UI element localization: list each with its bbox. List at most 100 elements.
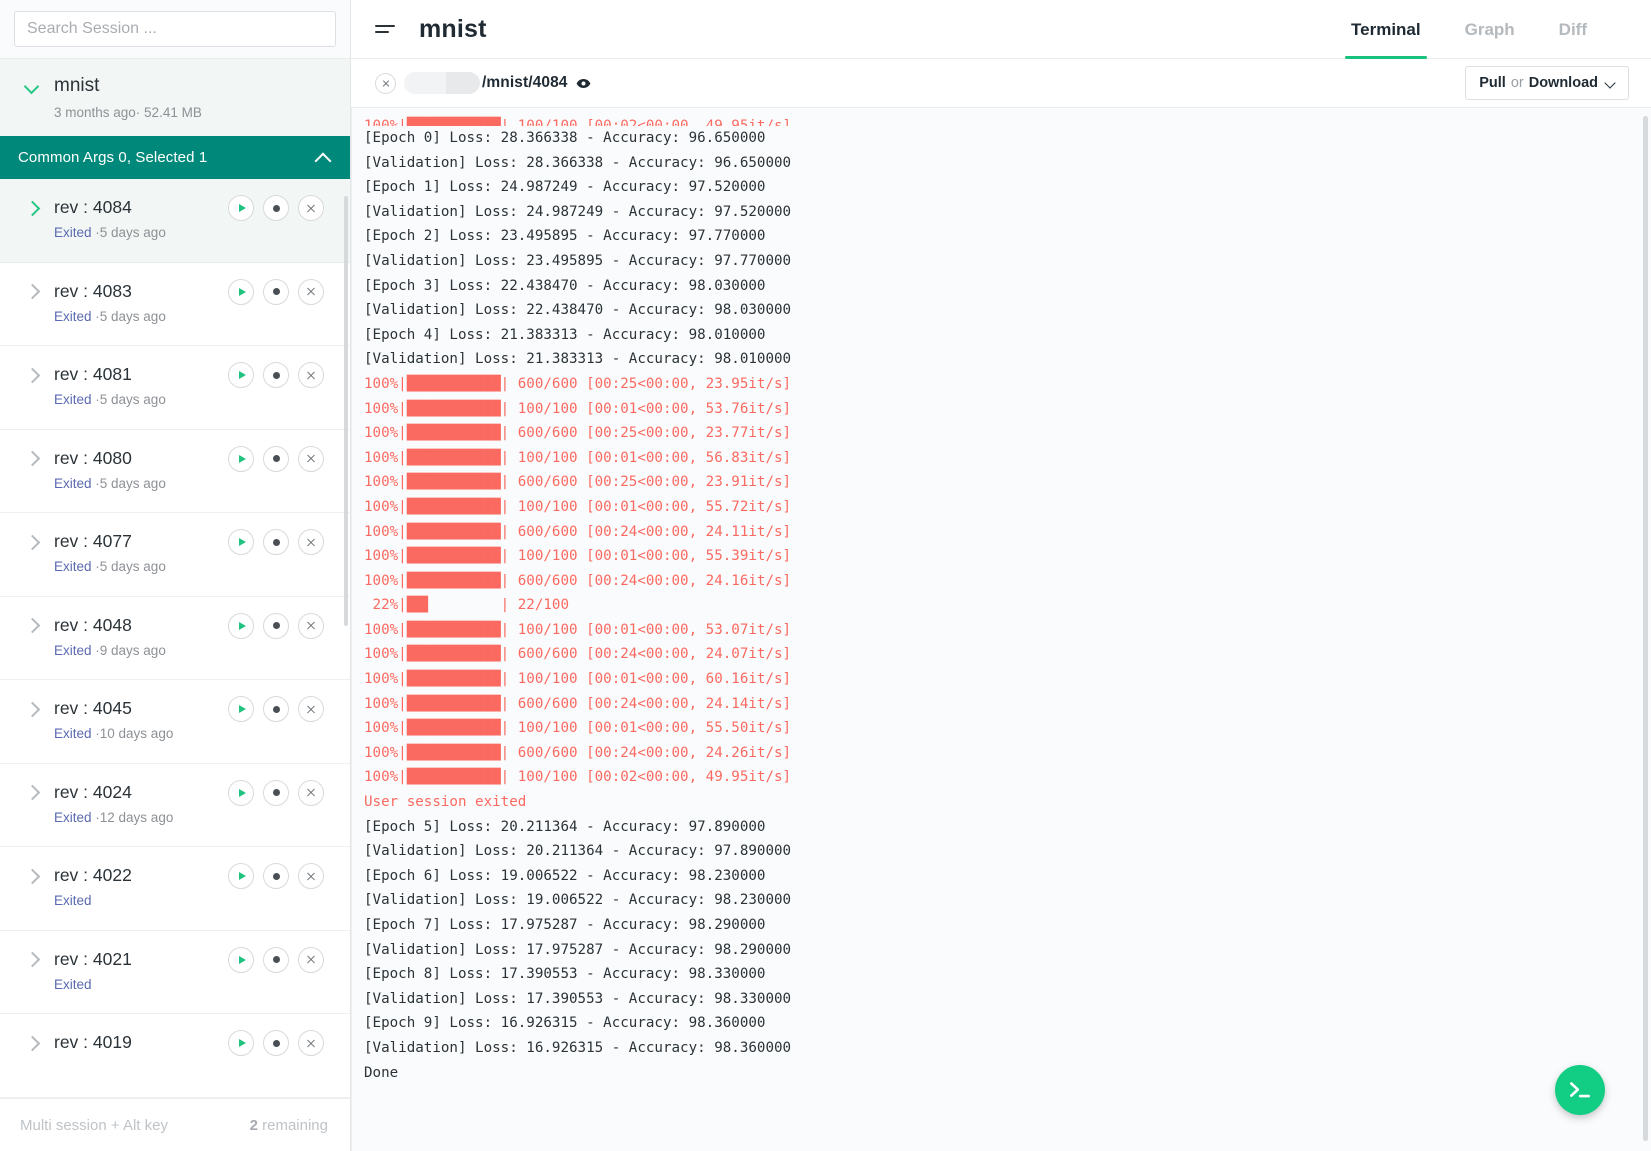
play-icon[interactable]	[228, 946, 254, 973]
terminal-scroll-area[interactable]: 100%|███████████| 100/100 [00:02<00:00, …	[351, 108, 1651, 1151]
chevron-right-icon[interactable]	[24, 617, 40, 633]
revision-row[interactable]: rev : 4077 Exited ·5 days ago	[0, 513, 350, 597]
chevron-right-icon[interactable]	[24, 450, 40, 466]
terminal-line: [Validation] Loss: 22.438470 - Accuracy:…	[364, 302, 792, 319]
chevron-down-icon[interactable]	[1606, 79, 1615, 88]
app-root: mnist 3 months ago· 52.41 MB Common Args…	[0, 0, 1651, 1151]
close-icon[interactable]	[298, 696, 324, 722]
record-icon[interactable]	[263, 779, 289, 806]
chevron-right-icon[interactable]	[24, 868, 40, 884]
terminal-line: [Epoch 2] Loss: 23.495895 - Accuracy: 97…	[364, 228, 766, 245]
pull-or-download-button[interactable]: Pull or Download	[1465, 66, 1629, 100]
chevron-right-icon[interactable]	[24, 701, 40, 717]
revision-row[interactable]: rev : 4081 Exited ·5 days ago	[0, 346, 350, 430]
play-icon[interactable]	[228, 612, 254, 639]
revision-row[interactable]: rev : 4048 Exited ·9 days ago	[0, 597, 350, 680]
tab-bar: Terminal Graph Diff	[1329, 0, 1651, 59]
url-path[interactable]: /mnist/4084	[482, 74, 568, 92]
sidebar-scrollbar[interactable]	[344, 196, 348, 626]
terminal-line: [Validation] Loss: 24.987249 - Accuracy:…	[364, 203, 792, 220]
tab-diff[interactable]: Diff	[1537, 0, 1609, 59]
play-icon[interactable]	[228, 278, 254, 305]
terminal-line: [Epoch 6] Loss: 19.006522 - Accuracy: 98…	[364, 867, 766, 884]
chevron-up-icon[interactable]	[314, 149, 332, 167]
remaining-count: 2	[249, 1116, 258, 1134]
revision-row[interactable]: rev : 4022 Exited	[0, 847, 350, 931]
record-icon[interactable]	[263, 696, 289, 722]
revision-row[interactable]: rev : 4019	[0, 1014, 350, 1098]
chevron-right-icon[interactable]	[24, 200, 40, 216]
revision-row[interactable]: rev : 4084 Exited ·5 days ago	[0, 179, 350, 263]
terminal-line: [Epoch 4] Loss: 21.383313 - Accuracy: 98…	[364, 326, 766, 343]
chevron-down-icon[interactable]	[24, 78, 40, 94]
play-icon[interactable]	[228, 195, 254, 221]
record-icon[interactable]	[263, 278, 289, 305]
chevron-right-icon[interactable]	[24, 367, 40, 383]
revision-row[interactable]: rev : 4021 Exited	[0, 931, 350, 1014]
close-icon[interactable]	[298, 612, 324, 639]
terminal-line: 100%|███████████| 100/100 [00:01<00:00, …	[364, 720, 792, 737]
close-icon[interactable]	[298, 779, 324, 806]
record-icon[interactable]	[263, 529, 289, 555]
close-icon[interactable]	[298, 529, 324, 555]
record-icon[interactable]	[263, 1030, 289, 1056]
chevron-right-icon[interactable]	[24, 784, 40, 800]
status-badge: Exited	[54, 976, 92, 992]
play-icon[interactable]	[228, 362, 254, 388]
close-icon[interactable]	[298, 946, 324, 973]
tab-terminal[interactable]: Terminal	[1329, 0, 1443, 59]
hamburger-icon[interactable]	[375, 21, 397, 37]
record-icon[interactable]	[263, 362, 289, 388]
revision-title: rev : 4083	[54, 280, 132, 301]
play-icon[interactable]	[228, 445, 254, 472]
chevron-right-icon[interactable]	[24, 534, 40, 550]
revision-timestamp: ·5 days ago	[91, 559, 166, 574]
terminal-line: Done	[364, 1064, 399, 1081]
tab-graph[interactable]: Graph	[1443, 0, 1537, 59]
chevron-right-icon[interactable]	[24, 283, 40, 299]
close-icon[interactable]	[298, 278, 324, 305]
chevron-right-icon[interactable]	[24, 951, 40, 967]
play-icon[interactable]	[228, 863, 254, 889]
record-icon[interactable]	[263, 863, 289, 889]
chevron-right-icon[interactable]	[24, 1035, 40, 1051]
record-icon[interactable]	[263, 612, 289, 639]
terminal-line: 100%|███████████| 600/600 [00:24<00:00, …	[364, 523, 792, 540]
play-icon[interactable]	[228, 1030, 254, 1056]
close-icon[interactable]	[298, 863, 324, 889]
terminal-line: 100%|███████████| 100/100 [00:01<00:00, …	[364, 449, 792, 466]
session-header[interactable]: mnist 3 months ago· 52.41 MB	[0, 59, 350, 136]
close-icon[interactable]	[298, 195, 324, 221]
revision-row[interactable]: rev : 4024 Exited ·12 days ago	[0, 764, 350, 847]
open-terminal-fab[interactable]	[1555, 1065, 1605, 1115]
revision-row[interactable]: rev : 4083 Exited ·5 days ago	[0, 263, 350, 346]
eye-icon[interactable]	[576, 76, 591, 91]
revision-actions	[228, 946, 324, 973]
record-icon[interactable]	[263, 195, 289, 221]
search-input[interactable]	[14, 11, 336, 47]
close-icon[interactable]	[298, 445, 324, 472]
terminal-line: 100%|███████████| 600/600 [00:24<00:00, …	[364, 572, 792, 589]
close-icon[interactable]	[298, 362, 324, 388]
top-bar: mnist Terminal Graph Diff	[351, 0, 1651, 59]
close-icon[interactable]	[375, 72, 396, 94]
status-badge: Exited	[54, 475, 92, 491]
play-icon[interactable]	[228, 696, 254, 722]
redacted-host-pill	[404, 72, 480, 94]
revision-list[interactable]: rev : 4084 Exited ·5 days ago rev : 4083 Ex…	[0, 179, 350, 1098]
terminal-scrollbar[interactable]	[1643, 116, 1648, 1141]
record-icon[interactable]	[263, 445, 289, 472]
play-icon[interactable]	[228, 779, 254, 806]
status-badge: Exited	[54, 642, 92, 658]
record-icon[interactable]	[263, 946, 289, 973]
revision-title: rev : 4019	[54, 1032, 132, 1052]
revision-title: rev : 4077	[54, 531, 132, 551]
close-icon[interactable]	[298, 1030, 324, 1056]
revision-row[interactable]: rev : 4045 Exited ·10 days ago	[0, 680, 350, 764]
play-icon[interactable]	[228, 529, 254, 555]
page-title: mnist	[419, 14, 487, 43]
common-args-bar[interactable]: Common Args 0, Selected 1	[0, 136, 350, 179]
revision-title: rev : 4022	[54, 865, 132, 885]
revision-row[interactable]: rev : 4080 Exited ·5 days ago	[0, 430, 350, 513]
revision-actions	[228, 1030, 324, 1056]
